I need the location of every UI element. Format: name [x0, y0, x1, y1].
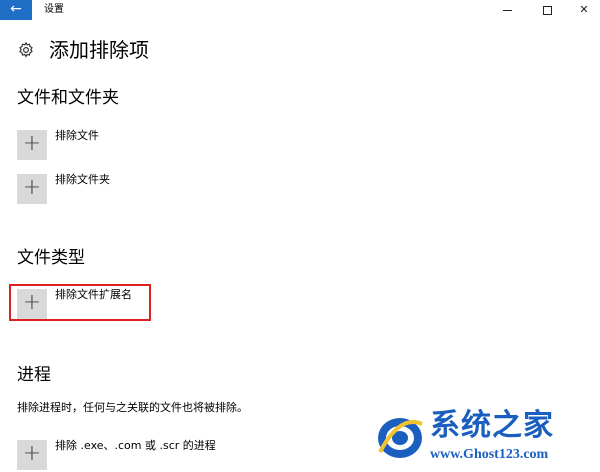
- title-bar: ← 设置 ✕: [0, 0, 600, 20]
- exclude-extension-label: 排除文件扩展名: [55, 288, 132, 301]
- watermark-url: www.Ghost123.com: [430, 447, 549, 462]
- exclude-process-label: 排除 .exe、.com 或 .scr 的进程: [55, 439, 216, 452]
- exclude-folder-label: 排除文件夹: [55, 173, 110, 186]
- section-title-files: 文件和文件夹: [17, 88, 119, 108]
- watermark-logo: [378, 418, 423, 458]
- watermark-name: 系统之家: [430, 408, 554, 443]
- minimize-button[interactable]: [489, 0, 525, 20]
- close-icon: ✕: [579, 3, 589, 16]
- window-title: 设置: [44, 4, 64, 15]
- section-title-processes: 进程: [17, 365, 51, 385]
- watermark: 系统之家 www.Ghost123.com: [374, 406, 600, 470]
- back-button[interactable]: ←: [0, 0, 32, 20]
- processes-description: 排除进程时，任何与之关联的文件也将被排除。: [17, 401, 248, 414]
- plus-icon: +: [17, 174, 47, 204]
- minimize-icon: [502, 9, 512, 11]
- gear-icon: [19, 41, 33, 58]
- close-button[interactable]: ✕: [566, 0, 600, 20]
- plus-icon: +: [17, 289, 47, 319]
- maximize-icon: [542, 5, 552, 15]
- section-title-file-types: 文件类型: [17, 248, 85, 268]
- plus-icon: +: [17, 440, 47, 470]
- exclude-file-label: 排除文件: [55, 129, 99, 142]
- maximize-button[interactable]: [529, 0, 565, 20]
- plus-icon: +: [17, 130, 47, 160]
- page-title: 添加排除项: [49, 38, 149, 62]
- back-arrow-icon: ←: [10, 1, 22, 17]
